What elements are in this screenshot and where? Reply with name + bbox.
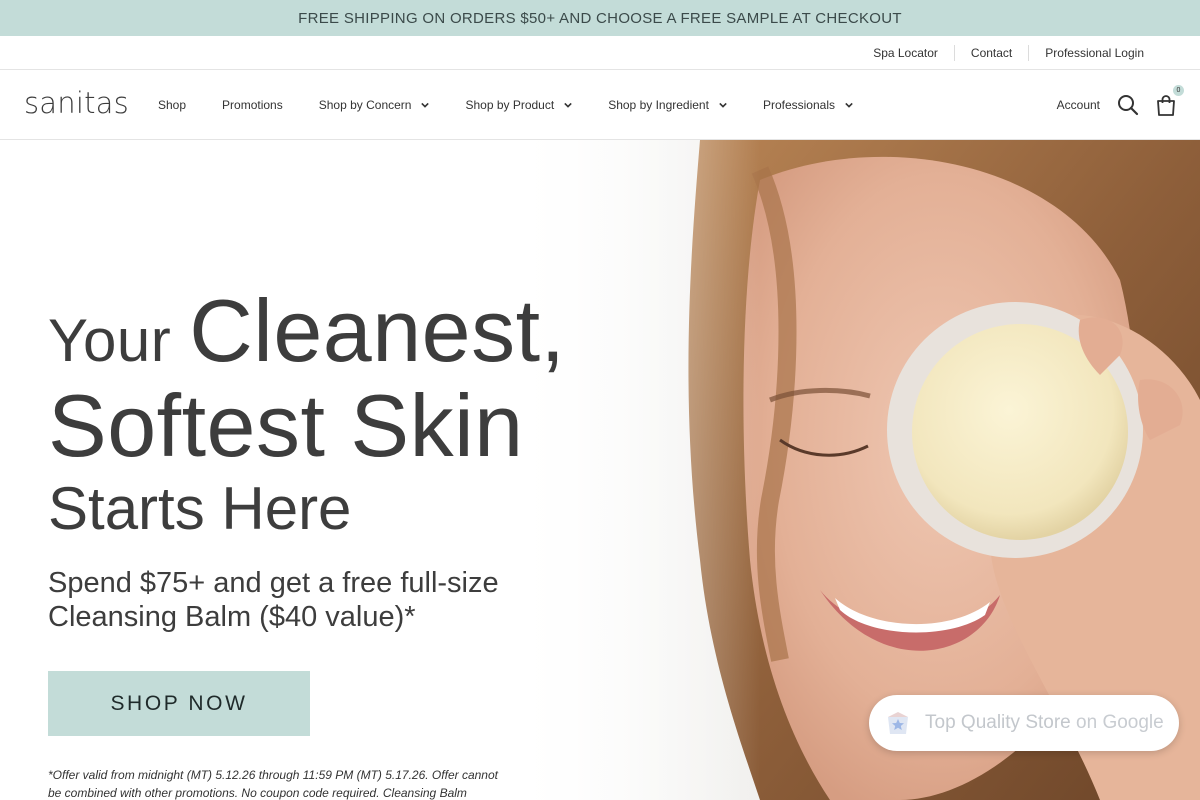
utility-bar: Spa Locator Contact Professional Login — [0, 36, 1200, 70]
cart-count-badge: 0 — [1173, 85, 1184, 96]
nav-item-shop[interactable]: Shop — [158, 98, 186, 112]
nav-item-label: Professionals — [762, 98, 835, 112]
spa-locator-link[interactable]: Spa Locator — [857, 45, 954, 61]
nav-item-label: Shop by Ingredient — [608, 98, 709, 112]
google-top-quality-store-badge[interactable]: Top Quality Store on Google — [869, 695, 1179, 751]
hero-copy: Your Cleanest, Softest Skin Starts Here … — [48, 280, 608, 634]
chevron-down-icon — [564, 102, 572, 108]
google-badge-label: Top Quality Store on Google — [925, 712, 1164, 734]
nav-actions: Account 0 — [1057, 70, 1184, 140]
search-button[interactable] — [1116, 93, 1140, 117]
nav-item-promotions[interactable]: Promotions — [222, 98, 283, 112]
shop-now-button[interactable]: SHOP NOW — [48, 671, 310, 736]
hero-headline-word-cleanest: Cleanest, — [189, 281, 566, 380]
nav-item-label: Shop by Concern — [318, 98, 412, 112]
nav-item-label: Shop — [158, 98, 187, 112]
account-link[interactable]: Account — [1057, 98, 1100, 112]
cart-button[interactable]: 0 — [1154, 85, 1184, 117]
hero-headline-line-2: Softest Skin — [48, 376, 524, 475]
contact-link[interactable]: Contact — [953, 44, 1028, 61]
hero-headline-line-3: Starts Here — [48, 475, 352, 542]
hero-headline-line-1: Your Cleanest, — [48, 280, 608, 382]
search-icon — [1118, 95, 1139, 116]
google-shopping-icon — [888, 712, 908, 734]
nav-item-shop-by-ingredient[interactable]: Shop by Ingredient — [608, 98, 727, 112]
offer-disclaimer: *Offer valid from midnight (MT) 5.12.26 … — [48, 768, 498, 800]
hero-headline-word-your: Your — [48, 307, 172, 374]
nav-item-label: Shop by Product — [465, 98, 555, 112]
nav-menu: Shop Promotions Shop by Concern Shop by … — [158, 70, 889, 140]
nav-item-shop-by-product[interactable]: Shop by Product — [465, 98, 572, 112]
chevron-down-icon — [845, 102, 853, 108]
google-badge-main-text: Top Quality Store — [925, 712, 1071, 733]
nav-item-shop-by-concern[interactable]: Shop by Concern — [319, 98, 430, 112]
main-navigation: sanitas Shop Promotions Shop by Concern … — [0, 70, 1200, 140]
chevron-down-icon — [421, 102, 430, 108]
hero-offer-text: Spend $75+ and get a free full-size Clea… — [48, 567, 499, 633]
nav-item-label: Promotions — [222, 98, 283, 112]
google-badge-suffix-text: on Google — [1076, 712, 1164, 733]
site-logo[interactable]: sanitas — [24, 86, 129, 120]
promo-banner: FREE SHIPPING ON ORDERS $50+ AND CHOOSE … — [0, 0, 1200, 36]
chevron-down-icon — [719, 102, 727, 108]
professional-login-link[interactable]: Professional Login — [1028, 44, 1160, 61]
shopping-bag-icon — [1157, 95, 1175, 116]
promo-banner-text: FREE SHIPPING ON ORDERS $50+ AND CHOOSE … — [298, 9, 902, 27]
nav-item-professionals[interactable]: Professionals — [763, 98, 853, 112]
